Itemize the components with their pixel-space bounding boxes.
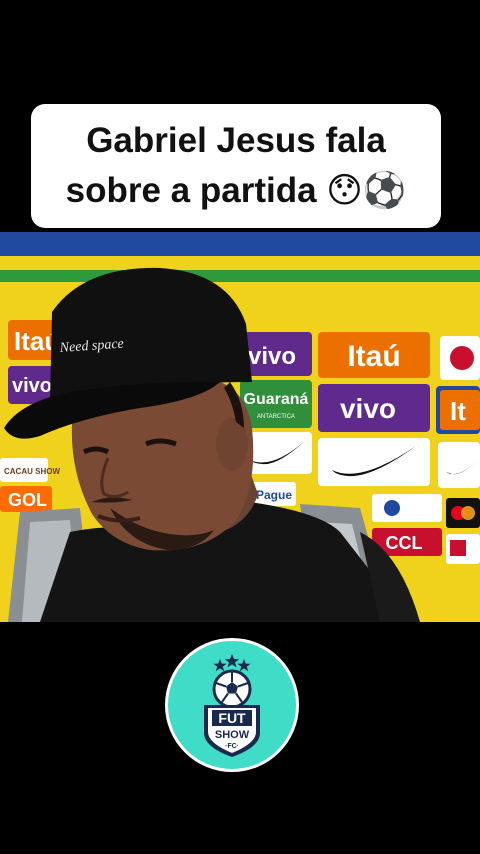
sponsor-vivo-board-2: vivo — [318, 384, 430, 432]
soccer-ball-icon — [212, 669, 252, 709]
caption-line-2-text: sobre a partida — [65, 171, 317, 210]
left-gol-board: GOL — [0, 486, 52, 512]
green-stripe — [0, 270, 480, 282]
fut-show-fc-logo[interactable]: FUT SHOW ·FC· — [164, 637, 300, 773]
swiss-board — [446, 534, 480, 564]
video-frame[interactable]: Itaú vivo vivo Guaraná ANTARCTICA It CCL… — [0, 232, 480, 622]
nike-board-edge — [438, 442, 480, 488]
logo-text-fut: FUT — [218, 710, 246, 726]
cacau-board — [440, 336, 480, 380]
interview-scene: Itaú vivo vivo Guaraná ANTARCTICA It CCL… — [0, 232, 480, 622]
white-board-small — [372, 494, 442, 522]
svg-text:Itaú: Itaú — [347, 340, 400, 373]
svg-text:ANTARCTICA: ANTARCTICA — [257, 414, 295, 420]
itau-board-edge: It — [436, 386, 480, 434]
caption-box: Gabriel Jesus fala sobre a partida 😯⚽ — [31, 104, 441, 228]
caption-line-2: sobre a partida 😯⚽ — [66, 166, 407, 216]
svg-text:CCL: CCL — [386, 533, 423, 553]
sponsor-guarana-board: Guaraná ANTARCTICA — [240, 380, 312, 428]
logo-text-show: SHOW — [215, 729, 250, 741]
svg-text:Guaraná: Guaraná — [244, 391, 309, 408]
svg-text:vivo: vivo — [340, 393, 396, 424]
mastercard-board — [446, 498, 480, 528]
logo-text-fc: ·FC· — [225, 743, 239, 750]
svg-text:GOL: GOL — [8, 490, 47, 510]
surprised-soccer-emoji: 😯⚽ — [326, 171, 407, 211]
svg-text:Pague: Pague — [256, 488, 292, 502]
caption-line-1: Gabriel Jesus fala — [86, 121, 386, 160]
blue-band — [0, 232, 480, 256]
svg-text:vivo: vivo — [12, 375, 52, 397]
svg-text:It: It — [450, 396, 466, 426]
svg-text:vivo: vivo — [248, 343, 296, 370]
sponsor-vivo-board-1: vivo — [240, 332, 312, 376]
sponsor-itau-board-1: Itaú — [318, 332, 430, 378]
nike-board-1 — [318, 438, 430, 486]
svg-text:CACAU SHOW: CACAU SHOW — [4, 467, 60, 476]
